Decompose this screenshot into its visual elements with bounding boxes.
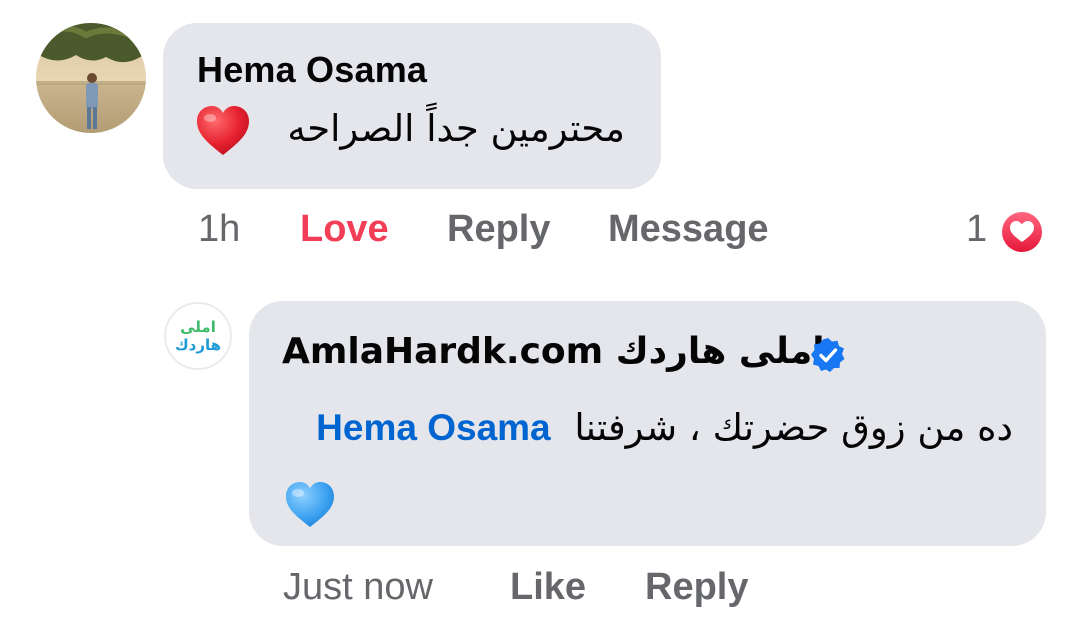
love-reaction-icon[interactable] bbox=[998, 208, 1046, 256]
avatar[interactable] bbox=[36, 23, 146, 133]
comment-bubble[interactable]: Hema Osama محترمين جداً الصراحه bbox=[163, 23, 661, 189]
comment-text: محترمين جداً الصراحه bbox=[287, 107, 625, 150]
page-avatar[interactable]: املى هاردك bbox=[164, 302, 232, 370]
logo-text-line1: املى bbox=[180, 318, 216, 336]
logo-text-line2: هاردك bbox=[175, 336, 221, 354]
reply-author[interactable]: AmlaHardk.com املى هاردك bbox=[282, 331, 825, 372]
reply-timestamp[interactable]: Just now bbox=[283, 566, 433, 609]
message-button[interactable]: Message bbox=[608, 208, 769, 251]
comment-timestamp[interactable]: 1h bbox=[198, 208, 240, 251]
profile-photo bbox=[36, 23, 146, 133]
like-button[interactable]: Like bbox=[510, 566, 586, 609]
reply-button[interactable]: Reply bbox=[645, 566, 748, 609]
blue-heart-emoji bbox=[286, 482, 334, 527]
page-logo: املى هاردك bbox=[175, 318, 221, 354]
comment-author[interactable]: Hema Osama bbox=[197, 49, 427, 91]
reply-bubble[interactable]: AmlaHardk.com املى هاردك ده من زوق حضرتك… bbox=[249, 301, 1046, 546]
red-heart-emoji bbox=[197, 106, 249, 155]
reaction-count[interactable]: 1 bbox=[966, 208, 987, 251]
reply-text-row: ده من زوق حضرتك ، شرفتنا Hema Osama bbox=[316, 406, 1013, 449]
reply-button[interactable]: Reply bbox=[447, 208, 550, 251]
mention-link[interactable]: Hema Osama bbox=[316, 407, 550, 448]
love-reaction-button[interactable]: Love bbox=[300, 208, 389, 251]
verified-badge-icon bbox=[811, 338, 845, 372]
reply-text: ده من زوق حضرتك ، شرفتنا bbox=[574, 406, 1013, 449]
